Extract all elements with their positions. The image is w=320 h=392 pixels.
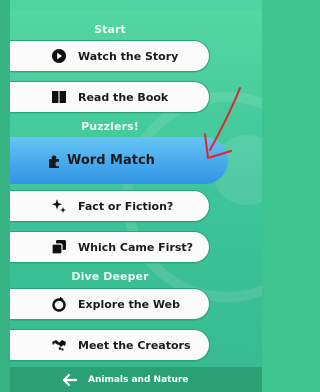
read-the-book-label: Read the Book: [78, 90, 169, 104]
section-title-start: Start: [94, 23, 126, 36]
word-match-button[interactable]: Word Match: [10, 137, 228, 184]
window-left-strip: [0, 0, 10, 392]
section-title-puzzlers: Puzzlers!: [81, 120, 139, 133]
word-match-label: Word Match: [67, 153, 155, 168]
arrow-left-icon: [62, 372, 78, 388]
meet-the-creators-label: Meet the Creators: [78, 338, 191, 352]
section-title-dive-deeper: Dive Deeper: [71, 270, 149, 283]
which-came-first-button[interactable]: Which Came First?: [10, 231, 210, 263]
read-the-book-button[interactable]: Read the Book: [10, 81, 210, 113]
activity-menu-panel: Start Watch the Story Read the Book Puzz…: [10, 10, 262, 392]
sparkles-icon: [50, 197, 68, 215]
back-link-label: Animals and Nature: [88, 374, 189, 385]
globe-icon: [50, 295, 68, 313]
book-icon: [50, 88, 68, 106]
meet-the-creators-button[interactable]: Meet the Creators: [10, 329, 210, 361]
stacked-cards-icon: [50, 238, 68, 256]
puzzle-piece-icon: [45, 152, 63, 170]
back-to-animals-and-nature-link[interactable]: Animals and Nature: [10, 367, 262, 392]
watch-the-story-button[interactable]: Watch the Story: [10, 40, 210, 72]
explore-the-web-label: Explore the Web: [78, 297, 180, 311]
fact-or-fiction-label: Fact or Fiction?: [78, 199, 174, 213]
play-circle-icon: [50, 47, 68, 65]
fact-or-fiction-button[interactable]: Fact or Fiction?: [10, 190, 210, 222]
explore-the-web-button[interactable]: Explore the Web: [10, 288, 210, 320]
which-came-first-label: Which Came First?: [78, 240, 194, 254]
handshake-icon: [50, 336, 68, 354]
watch-the-story-label: Watch the Story: [78, 49, 179, 63]
